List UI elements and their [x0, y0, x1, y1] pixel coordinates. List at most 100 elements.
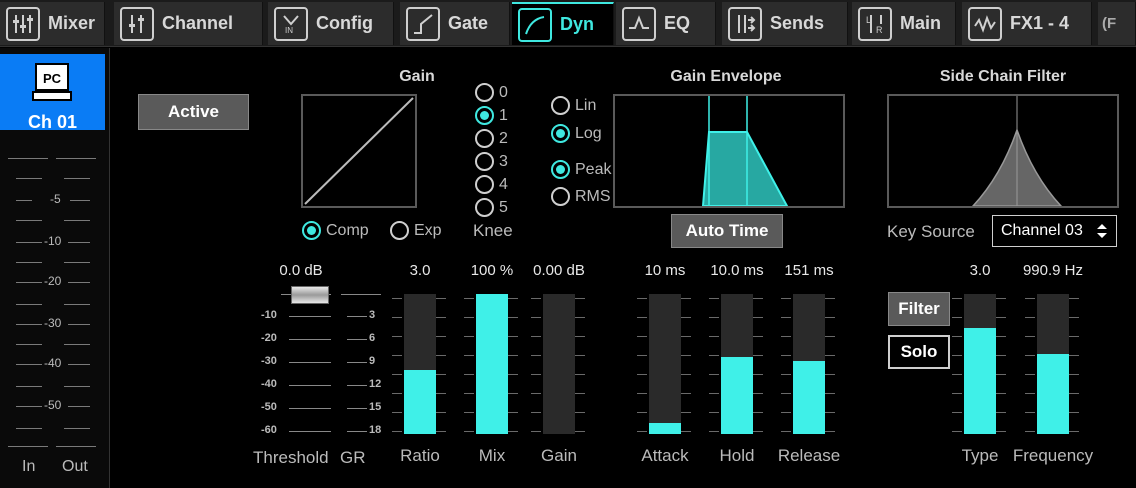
- meter-line: [68, 364, 90, 365]
- sidechain-title: Side Chain Filter: [939, 68, 1067, 85]
- attack-fader[interactable]: [649, 294, 681, 434]
- tab-eq[interactable]: EQ: [616, 2, 716, 45]
- frequency-fader-tick: [1025, 412, 1035, 413]
- tab-main[interactable]: LR Main: [852, 2, 956, 45]
- type-value: 3.0: [969, 262, 991, 279]
- mix-fader-tick: [464, 317, 474, 318]
- threshold-scale-label: -60: [261, 424, 277, 436]
- peak-radio[interactable]: Peak: [551, 160, 611, 179]
- hold-fader-tick: [753, 355, 763, 356]
- hold-fader-tick: [709, 298, 719, 299]
- attack-fader-tick: [637, 336, 647, 337]
- tab-mixer[interactable]: Mixer: [0, 2, 105, 45]
- ratio-label: Ratio: [400, 446, 440, 465]
- threshold-label: Threshold: [253, 448, 329, 467]
- mix-fader-tick: [464, 431, 474, 432]
- gr-scale-label: 6: [369, 332, 376, 344]
- rms-radio[interactable]: RMS: [551, 187, 611, 206]
- tab-overflow[interactable]: (F: [1098, 2, 1136, 45]
- frequency-fader-tick: [1025, 336, 1035, 337]
- meter-line: [16, 178, 42, 179]
- gain-fader[interactable]: [543, 294, 575, 434]
- type-fader-tick: [996, 317, 1006, 318]
- hold-fader[interactable]: [721, 294, 753, 434]
- hold-fader-tick: [753, 393, 763, 394]
- ratio-fader-tick: [392, 355, 402, 356]
- gr-scale-label: 12: [369, 378, 382, 390]
- type-fader[interactable]: [964, 294, 996, 434]
- gr-label: GR: [340, 448, 366, 467]
- ratio-fader[interactable]: [404, 294, 436, 434]
- ratio-fader-tick: [392, 393, 402, 394]
- select-arrows-icon: [1097, 224, 1107, 238]
- ratio-fader-tick: [436, 298, 446, 299]
- comp-radio[interactable]: Comp: [302, 221, 369, 240]
- attack-fader-tick: [681, 412, 691, 413]
- attack-fader-tick: [637, 355, 647, 356]
- release-fader[interactable]: [793, 294, 825, 434]
- type-fader-tick: [952, 317, 962, 318]
- filter-button[interactable]: Filter: [888, 292, 950, 326]
- frequency-fader-tick: [1069, 355, 1079, 356]
- frequency-fader[interactable]: [1037, 294, 1069, 434]
- tab-config[interactable]: IN Config: [268, 2, 394, 45]
- gr-scale-tick: [347, 362, 367, 363]
- attack-fader-tick: [681, 393, 691, 394]
- active-button[interactable]: Active: [138, 94, 249, 130]
- release-fader-tick: [825, 393, 835, 394]
- gr-scale-tick: [347, 385, 367, 386]
- ratio-fader-tick: [436, 374, 446, 375]
- meter-line: [64, 178, 90, 179]
- lin-radio[interactable]: Lin: [551, 96, 596, 115]
- meter-line: [70, 200, 90, 201]
- ratio-fader-tick: [436, 412, 446, 413]
- frequency-fader-fill: [1037, 354, 1069, 434]
- ratio-fader-tick: [392, 317, 402, 318]
- knee-option-4[interactable]: 4: [475, 175, 508, 194]
- ratio-fader-tick: [392, 298, 402, 299]
- meter-label: -40: [44, 356, 62, 370]
- mix-fader[interactable]: [476, 294, 508, 434]
- threshold-scale-tick: [289, 431, 331, 432]
- threshold-fader-cap[interactable]: [291, 286, 329, 304]
- type-fader-tick: [952, 374, 962, 375]
- channel-icon: [120, 6, 154, 41]
- tab-gate[interactable]: Gate: [400, 2, 510, 45]
- tab-channel[interactable]: Channel: [114, 2, 263, 45]
- frequency-fader-tick: [1069, 374, 1079, 375]
- meter-line: [16, 262, 42, 263]
- tab-sends[interactable]: Sends: [722, 2, 848, 45]
- tab-label: Config: [316, 13, 373, 33]
- gain-fader-tick: [531, 412, 541, 413]
- log-radio[interactable]: Log: [551, 124, 602, 143]
- type-fader-tick: [996, 336, 1006, 337]
- meter-line: [68, 242, 90, 243]
- ratio-value: 3.0: [409, 262, 431, 279]
- threshold-fader[interactable]: -10 3 -20 6 -30 9 -40 12 -50 15 -60 18: [261, 286, 391, 436]
- gain-fader-tick: [575, 317, 585, 318]
- knee-option-3[interactable]: 3: [475, 152, 508, 171]
- tab-fx[interactable]: FX1 - 4: [962, 2, 1092, 45]
- attack-fader-tick: [637, 393, 647, 394]
- auto-time-button[interactable]: Auto Time: [671, 214, 783, 248]
- knee-option-5[interactable]: 5: [475, 198, 508, 217]
- channel-badge[interactable]: PC Ch 01: [0, 54, 105, 132]
- frequency-fader-tick: [1025, 355, 1035, 356]
- gr-scale-tick: [347, 431, 367, 432]
- ratio-fader-tick: [436, 355, 446, 356]
- key-source-select[interactable]: Channel 03: [992, 215, 1117, 247]
- tab-dyn[interactable]: Dyn: [512, 2, 614, 45]
- meter-line: [16, 386, 42, 387]
- svg-text:IN: IN: [285, 26, 293, 35]
- release-fader-tick: [825, 374, 835, 375]
- solo-button[interactable]: Solo: [888, 335, 950, 369]
- gain-label: Gain: [541, 446, 577, 465]
- knee-option-1[interactable]: 1: [475, 106, 508, 125]
- tab-label: Mixer: [48, 13, 96, 33]
- attack-fader-tick: [681, 355, 691, 356]
- hold-value: 10.0 ms: [710, 262, 764, 279]
- exp-radio[interactable]: Exp: [390, 221, 442, 240]
- attack-fader-tick: [681, 298, 691, 299]
- knee-option-0[interactable]: 0: [475, 83, 508, 102]
- knee-option-2[interactable]: 2: [475, 129, 508, 148]
